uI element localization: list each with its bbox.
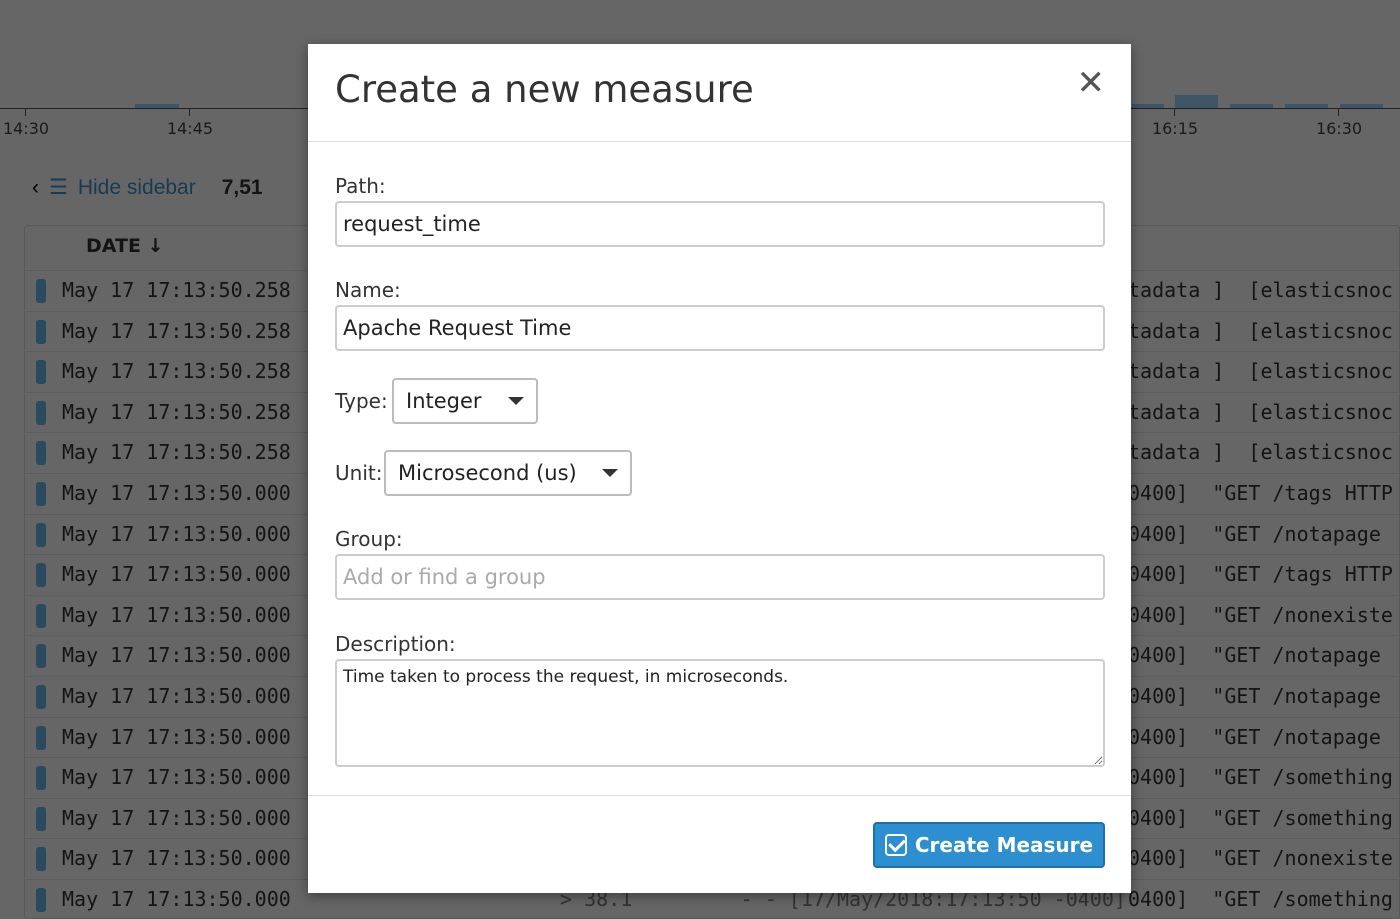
row-date: May 17 17:13:50.000	[62, 846, 291, 870]
row-date: May 17 17:13:50.000	[62, 684, 291, 708]
create-measure-dialog: Create a new measure ✕ Path: request_tim…	[308, 44, 1131, 893]
row-message: tadata ] [elasticsnoc	[1128, 319, 1393, 343]
unit-select[interactable]: Microsecond (us)	[384, 450, 632, 496]
status-marker	[36, 726, 46, 750]
path-input[interactable]: request_time	[335, 201, 1105, 247]
status-marker	[36, 847, 46, 871]
status-marker	[36, 401, 46, 425]
row-date: May 17 17:13:50.000	[62, 603, 291, 627]
row-message: tadata ] [elasticsnoc	[1128, 359, 1393, 383]
histogram-bar	[1285, 104, 1328, 108]
row-date: May 17 17:13:50.258	[62, 400, 291, 424]
status-marker	[36, 604, 46, 628]
status-marker	[36, 685, 46, 709]
status-marker	[36, 279, 46, 303]
row-message: 0400] "GET /tags HTTP	[1128, 562, 1393, 586]
row-date: May 17 17:13:50.000	[62, 481, 291, 505]
description-textarea[interactable]: Time taken to process the request, in mi…	[335, 659, 1105, 767]
row-date: May 17 17:13:50.000	[62, 725, 291, 749]
group-label: Group:	[335, 527, 403, 551]
row-message: 0400] "GET /something	[1128, 806, 1393, 830]
row-date: May 17 17:13:50.258	[62, 319, 291, 343]
histogram-bar	[135, 104, 179, 108]
caret-down-icon	[508, 397, 524, 405]
dialog-title: Create a new measure	[335, 68, 754, 111]
status-marker	[36, 441, 46, 465]
row-message: 0400] "GET /nonexiste	[1128, 603, 1393, 627]
row-message: 0400] "GET /notapage	[1128, 684, 1381, 708]
row-message: tadata ] [elasticsnoc	[1128, 400, 1393, 424]
chevron-left-icon[interactable]: ‹	[32, 176, 39, 200]
log-toolbar: ‹ ☰ Hide sidebar 7,51	[32, 175, 263, 200]
row-date: May 17 17:13:50.258	[62, 359, 291, 383]
status-marker	[36, 523, 46, 547]
row-message: 0400] "GET /nonexiste	[1128, 846, 1393, 870]
tick-label: 14:30	[3, 119, 49, 138]
row-message: 0400] "GET /notapage	[1128, 643, 1381, 667]
date-column-header[interactable]: DATE ↓	[86, 235, 163, 257]
row-message: tadata ] [elasticsnoc	[1128, 440, 1393, 464]
type-value: Integer	[406, 389, 482, 413]
row-date: May 17 17:13:50.258	[62, 440, 291, 464]
type-select[interactable]: Integer	[392, 378, 538, 424]
status-marker	[36, 888, 46, 912]
close-icon[interactable]: ✕	[1077, 66, 1106, 100]
status-marker	[36, 766, 46, 790]
status-marker	[36, 563, 46, 587]
status-marker	[36, 320, 46, 344]
name-label: Name:	[335, 278, 401, 302]
group-input[interactable]: Add or find a group	[335, 554, 1105, 600]
unit-value: Microsecond (us)	[398, 461, 577, 485]
status-marker	[36, 644, 46, 668]
status-marker	[36, 360, 46, 384]
check-square-icon	[885, 834, 907, 856]
description-label: Description:	[335, 632, 456, 656]
name-input[interactable]: Apache Request Time	[335, 305, 1105, 351]
row-message: 0400] "GET /notapage	[1128, 522, 1381, 546]
row-message: 0400] "GET /tags HTTP	[1128, 481, 1393, 505]
caret-down-icon	[602, 469, 618, 477]
path-label: Path:	[335, 174, 386, 198]
row-message: tadata ] [elasticsnoc	[1128, 278, 1393, 302]
row-message: 0400] "GET /something	[1128, 887, 1393, 911]
row-date: May 17 17:13:50.000	[62, 522, 291, 546]
tick-label: 14:45	[167, 119, 213, 138]
row-date: May 17 17:13:50.000	[62, 806, 291, 830]
histogram-bar	[1132, 104, 1164, 108]
row-message: 0400] "GET /notapage	[1128, 725, 1381, 749]
histogram-bar	[1230, 104, 1273, 108]
unit-label: Unit:	[335, 461, 382, 485]
row-date: May 17 17:13:50.000	[62, 562, 291, 586]
hide-sidebar-link[interactable]: Hide sidebar	[78, 176, 196, 200]
create-measure-label: Create Measure	[915, 833, 1093, 857]
tick-label: 16:15	[1152, 119, 1198, 138]
log-count: 7,51	[222, 176, 263, 200]
create-measure-button[interactable]: Create Measure	[873, 822, 1105, 868]
row-date: May 17 17:13:50.000	[62, 765, 291, 789]
tick-label: 16:30	[1316, 119, 1362, 138]
row-date: May 17 17:13:50.000	[62, 887, 291, 911]
type-label: Type:	[335, 389, 388, 413]
histogram-bar	[1175, 95, 1218, 108]
row-date: May 17 17:13:50.000	[62, 643, 291, 667]
dialog-footer-divider	[308, 795, 1131, 796]
sliders-icon: ☰	[49, 175, 68, 200]
group-placeholder: Add or find a group	[343, 565, 546, 589]
row-message: 0400] "GET /something	[1128, 765, 1393, 789]
histogram-bar	[1340, 104, 1383, 108]
status-marker	[36, 807, 46, 831]
row-date: May 17 17:13:50.258	[62, 278, 291, 302]
status-marker	[36, 482, 46, 506]
